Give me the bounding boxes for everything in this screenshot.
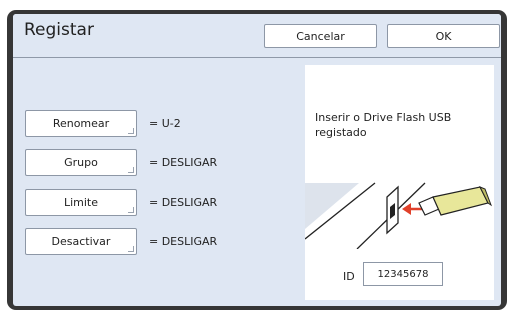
limit-value: = DESLIGAR xyxy=(149,196,218,209)
corner-mark-icon xyxy=(128,128,134,134)
dialog-header: Registar Cancelar OK xyxy=(13,14,501,58)
group-button[interactable]: Grupo xyxy=(25,149,137,176)
limit-button[interactable]: Limite xyxy=(25,189,137,216)
rename-button-label: Renomear xyxy=(52,117,110,130)
rename-button[interactable]: Renomear xyxy=(25,110,137,137)
corner-mark-icon xyxy=(128,207,134,213)
deactivate-button[interactable]: Desactivar xyxy=(25,228,137,255)
id-value-field: 12345678 xyxy=(363,262,443,286)
deactivate-value: = DESLIGAR xyxy=(149,235,218,248)
dialog-panel: Registar Cancelar OK Renomear = U-2 Grup… xyxy=(13,14,501,306)
rename-value: = U-2 xyxy=(149,117,181,130)
dialog-title: Registar xyxy=(24,20,94,40)
corner-mark-icon xyxy=(128,246,134,252)
usb-info-panel: Inserir o Drive Flash USB registado ID 1… xyxy=(305,65,494,300)
ok-button-label: OK xyxy=(435,29,452,43)
limit-button-label: Limite xyxy=(63,196,99,209)
usb-stick-icon xyxy=(432,186,489,216)
group-value: = DESLIGAR xyxy=(149,156,218,169)
ok-button[interactable]: OK xyxy=(387,24,500,48)
device-body-shape xyxy=(305,183,359,229)
deactivate-button-label: Desactivar xyxy=(51,235,111,248)
insert-usb-message: Inserir o Drive Flash USB registado xyxy=(315,111,452,139)
id-label: ID xyxy=(343,270,355,283)
corner-mark-icon xyxy=(128,167,134,173)
cancel-button-label: Cancelar xyxy=(296,29,345,43)
cancel-button[interactable]: Cancelar xyxy=(264,24,377,48)
group-button-label: Grupo xyxy=(64,156,98,169)
usb-insert-illustration xyxy=(305,182,493,249)
